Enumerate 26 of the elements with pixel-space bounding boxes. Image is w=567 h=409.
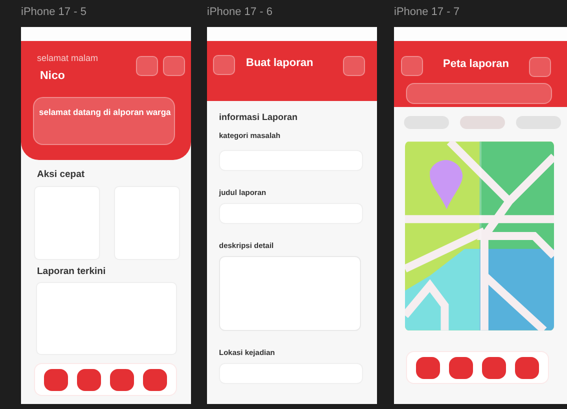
frame-label: iPhone 17 - 7 xyxy=(394,5,460,20)
welcome-banner: selamat datang di alporan warga xyxy=(33,97,175,145)
nav-button[interactable] xyxy=(416,356,440,378)
nav-button[interactable] xyxy=(449,356,473,378)
nav-button[interactable] xyxy=(482,356,506,378)
header-button[interactable] xyxy=(163,56,185,76)
form-heading: informasi Laporan xyxy=(219,112,299,122)
frame-label: iPhone 17 - 6 xyxy=(207,5,274,20)
frame-label: iPhone 17 - 5 xyxy=(21,5,88,20)
screen-title: Peta laporan xyxy=(442,58,510,70)
filter-chip[interactable] xyxy=(460,116,505,129)
nav-button[interactable] xyxy=(143,368,167,390)
nav-button[interactable] xyxy=(515,356,539,378)
back-button[interactable] xyxy=(401,56,423,76)
header-button[interactable] xyxy=(136,56,158,76)
nav-button[interactable] xyxy=(77,368,101,390)
nav-button[interactable] xyxy=(110,368,134,390)
header-button[interactable] xyxy=(529,57,551,77)
section-title: Laporan terkini xyxy=(37,266,107,277)
greeting-text: selamat malam xyxy=(37,53,100,63)
back-button[interactable] xyxy=(213,55,235,75)
nav-button[interactable] xyxy=(44,368,68,390)
screen-title: Buat laporan xyxy=(246,57,314,69)
user-name: Nico xyxy=(40,70,66,82)
header-button[interactable] xyxy=(343,56,365,76)
section-title: Aksi cepat xyxy=(37,169,86,180)
